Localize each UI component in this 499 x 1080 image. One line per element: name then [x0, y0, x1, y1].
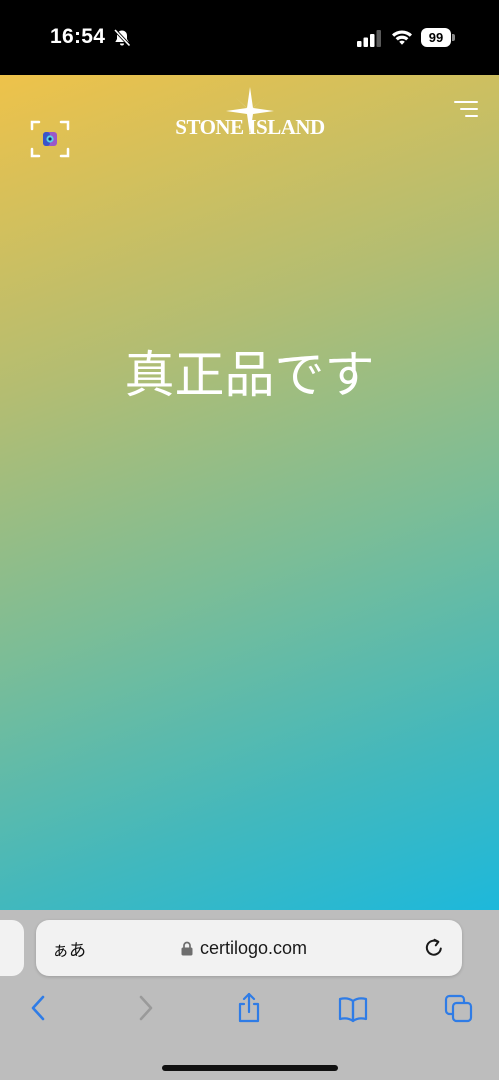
wifi-icon	[392, 30, 412, 45]
reader-options-button[interactable]: ぁあ	[52, 936, 86, 961]
phone-screen: 16:54 99 STONE ISLAND 真正品です ぁあ certilogo…	[0, 0, 499, 1080]
url-display[interactable]: certilogo.com	[181, 936, 307, 960]
home-indicator[interactable]	[162, 1065, 338, 1071]
battery-tip	[452, 34, 455, 41]
status-time: 16:54	[50, 25, 106, 48]
lock-icon	[181, 941, 193, 955]
bookmarks-icon[interactable]	[338, 992, 368, 1024]
menu-icon[interactable]	[453, 99, 479, 121]
brand-name: STONE ISLAND	[175, 115, 325, 139]
url-text: certilogo.com	[200, 937, 308, 958]
reload-icon[interactable]	[422, 936, 446, 960]
back-icon[interactable]	[24, 992, 54, 1024]
browser-toolbar: ぁあ certilogo.com	[0, 910, 499, 1080]
web-content: STONE ISLAND 真正品です	[0, 75, 499, 910]
signal-icon	[357, 30, 381, 47]
status-bar: 16:54 99	[0, 0, 499, 75]
authenticity-message: 真正品です	[124, 346, 375, 404]
bell-slash-icon	[113, 28, 131, 47]
scan-icon[interactable]	[30, 119, 70, 159]
brand-logo[interactable]: STONE ISLAND	[172, 87, 328, 155]
battery-level: 99	[421, 28, 451, 47]
share-icon[interactable]	[234, 992, 264, 1024]
tabs-icon[interactable]	[444, 992, 474, 1024]
battery-icon: 99	[421, 28, 455, 47]
previous-tab-preview[interactable]	[0, 920, 24, 976]
address-bar[interactable]: ぁあ certilogo.com	[36, 920, 462, 976]
forward-icon[interactable]	[130, 992, 160, 1024]
